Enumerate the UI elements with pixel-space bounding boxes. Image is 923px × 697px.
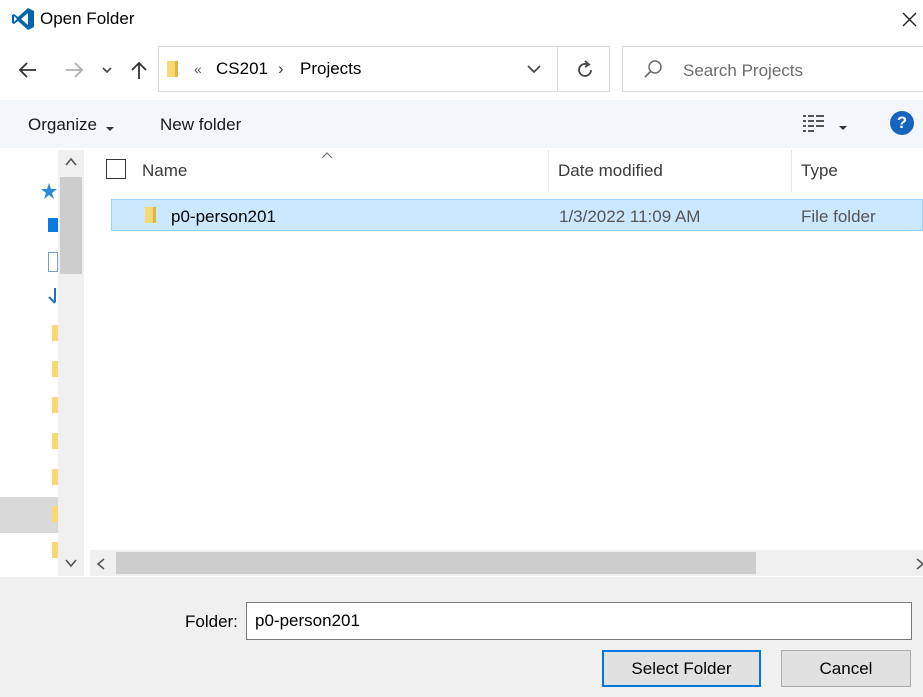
downloads-icon[interactable] xyxy=(48,288,58,311)
horizontal-scroll-thumb[interactable] xyxy=(116,552,756,574)
column-header-type[interactable]: Type xyxy=(801,161,838,181)
chevron-down-icon[interactable] xyxy=(526,61,542,82)
select-folder-button[interactable]: Select Folder xyxy=(602,650,761,687)
search-placeholder: Search Projects xyxy=(683,61,803,80)
table-row[interactable]: p0-person201 1/3/2022 11:09 AM File fold… xyxy=(111,199,923,231)
view-menu-icon[interactable] xyxy=(802,113,826,138)
organize-button[interactable]: Organize xyxy=(28,115,97,135)
vscode-icon xyxy=(10,6,36,32)
desktop-icon[interactable] xyxy=(48,218,58,232)
file-name: p0-person201 xyxy=(171,207,276,226)
folder-icon xyxy=(144,206,158,229)
folder-name-input[interactable] xyxy=(246,602,912,640)
select-all-checkbox[interactable] xyxy=(106,159,126,179)
quick-access-star-icon[interactable] xyxy=(40,182,58,205)
help-icon[interactable]: ? xyxy=(890,111,914,135)
column-divider[interactable] xyxy=(548,150,549,192)
scroll-down-icon[interactable] xyxy=(63,556,79,575)
new-folder-button[interactable]: New folder xyxy=(160,115,241,135)
file-type: File folder xyxy=(801,207,876,226)
command-toolbar xyxy=(0,100,923,148)
nav-scroll-thumb[interactable] xyxy=(60,177,82,274)
refresh-icon xyxy=(574,59,596,86)
folder-label: Folder: xyxy=(185,612,238,631)
column-header-name[interactable]: Name xyxy=(142,161,187,181)
folder-icon xyxy=(166,60,180,83)
breadcrumb-item-cs201[interactable]: CS201 xyxy=(216,59,268,79)
organize-dropdown-icon xyxy=(105,120,115,138)
window-title: Open Folder xyxy=(40,9,135,28)
breadcrumb-overflow[interactable]: « xyxy=(194,61,202,77)
up-arrow-icon[interactable] xyxy=(125,56,153,84)
scroll-up-icon[interactable] xyxy=(63,155,79,174)
nav-item-selected[interactable] xyxy=(0,497,58,533)
scroll-left-icon[interactable] xyxy=(94,556,108,577)
cancel-button[interactable]: Cancel xyxy=(781,650,911,687)
column-divider[interactable] xyxy=(791,150,792,192)
documents-icon[interactable] xyxy=(48,252,58,272)
back-arrow-icon[interactable] xyxy=(14,56,42,84)
sort-up-icon xyxy=(320,148,334,166)
forward-arrow-icon[interactable] xyxy=(60,56,88,84)
recent-dropdown-icon[interactable] xyxy=(96,56,118,84)
close-icon[interactable] xyxy=(896,6,923,33)
column-header-date-modified[interactable]: Date modified xyxy=(558,161,663,181)
title-bar xyxy=(0,0,923,40)
file-date-modified: 1/3/2022 11:09 AM xyxy=(559,207,701,226)
view-dropdown-icon[interactable] xyxy=(838,119,848,137)
scroll-right-icon[interactable] xyxy=(914,556,923,577)
breadcrumb-item-projects[interactable]: Projects xyxy=(300,59,361,79)
search-icon xyxy=(642,58,664,85)
breadcrumb-separator: › xyxy=(278,59,284,78)
